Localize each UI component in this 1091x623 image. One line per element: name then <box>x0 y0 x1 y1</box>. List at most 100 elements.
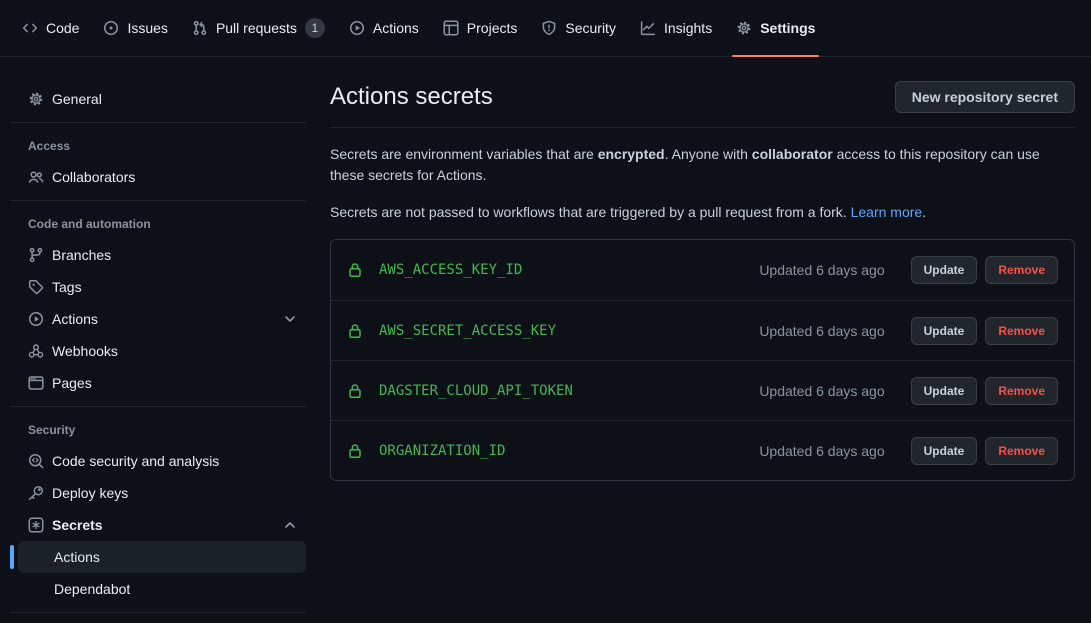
play-icon <box>28 311 44 327</box>
sidebar-item-label: General <box>52 91 298 107</box>
secret-updated: Updated 6 days ago <box>759 383 884 399</box>
chevron-down-icon <box>282 311 298 327</box>
fork-note: Secrets are not passed to workflows that… <box>330 202 1075 223</box>
active-tab-indicator <box>732 55 819 57</box>
issue-opened-icon <box>103 20 119 36</box>
description-text: . Anyone with <box>665 146 752 162</box>
nav-tab-label: Code <box>46 20 79 36</box>
sidebar-item-code-security-and-analysis[interactable]: Code security and analysis <box>16 445 306 477</box>
secrets-list: AWS_ACCESS_KEY_ID Updated 6 days ago Upd… <box>330 239 1075 481</box>
sidebar-item-deploy-keys[interactable]: Deploy keys <box>16 477 306 509</box>
actions-secrets-panel: Actions secrets New repository secret Se… <box>314 57 1091 481</box>
sidebar-item-collaborators[interactable]: Collaborators <box>16 161 306 193</box>
sidebar-item-label: Tags <box>52 279 298 295</box>
sidebar-item-secrets-actions[interactable]: Actions <box>18 541 306 573</box>
nav-tab-label: Settings <box>760 20 815 36</box>
sidebar-section-access: Access <box>16 123 306 161</box>
sidebar-item-label: Secrets <box>52 517 274 533</box>
nav-tab-code[interactable]: Code <box>12 0 89 56</box>
sidebar-item-label: Collaborators <box>52 169 298 185</box>
sidebar-divider <box>10 612 306 613</box>
secret-name: AWS_SECRET_ACCESS_KEY <box>379 323 556 339</box>
people-icon <box>28 169 44 185</box>
nav-tab-label: Projects <box>467 20 518 36</box>
git-pull-request-icon <box>192 20 208 36</box>
description-bold-collaborator: collaborator <box>752 146 833 162</box>
table-icon <box>443 20 459 36</box>
remove-button[interactable]: Remove <box>985 317 1058 345</box>
sidebar-item-label: Actions <box>54 549 298 565</box>
sidebar-item-pages[interactable]: Pages <box>16 367 306 399</box>
sidebar-item-label: Code security and analysis <box>52 453 298 469</box>
nav-tab-settings[interactable]: Settings <box>726 0 825 56</box>
update-button[interactable]: Update <box>911 256 978 284</box>
lock-icon <box>347 323 363 339</box>
nav-tab-insights[interactable]: Insights <box>630 0 722 56</box>
sidebar-item-secrets-dependabot[interactable]: Dependabot <box>18 573 306 605</box>
remove-button[interactable]: Remove <box>985 377 1058 405</box>
remove-button[interactable]: Remove <box>985 256 1058 284</box>
sidebar-item-label: Pages <box>52 375 298 391</box>
sidebar-item-branches[interactable]: Branches <box>16 239 306 271</box>
fork-note-text: Secrets are not passed to workflows that… <box>330 204 851 220</box>
webhook-icon <box>28 343 44 359</box>
key-asterisk-icon <box>28 517 44 533</box>
nav-tab-label: Issues <box>127 20 167 36</box>
secret-name: AWS_ACCESS_KEY_ID <box>379 262 522 278</box>
sidebar-item-label: Actions <box>52 311 274 327</box>
active-item-indicator <box>10 545 14 569</box>
sidebar-item-label: Deploy keys <box>52 485 298 501</box>
description-text: Secrets are environment variables that a… <box>330 146 598 162</box>
nav-tab-issues[interactable]: Issues <box>93 0 177 56</box>
lock-icon <box>347 383 363 399</box>
secret-name: DAGSTER_CLOUD_API_TOKEN <box>379 383 573 399</box>
sidebar-section-code-and-automation: Code and automation <box>16 201 306 239</box>
sidebar-item-secrets[interactable]: Secrets <box>16 509 306 541</box>
gear-icon <box>28 91 44 107</box>
secrets-description: Secrets are environment variables that a… <box>330 144 1075 186</box>
sidebar-item-label: Dependabot <box>54 581 298 597</box>
lock-icon <box>347 443 363 459</box>
secret-row: ORGANIZATION_ID Updated 6 days ago Updat… <box>331 420 1074 480</box>
update-button[interactable]: Update <box>911 317 978 345</box>
lock-icon <box>347 262 363 278</box>
graph-icon <box>640 20 656 36</box>
repo-nav: Code Issues Pull requests 1 Actions Proj… <box>0 0 1091 57</box>
secret-updated: Updated 6 days ago <box>759 262 884 278</box>
sidebar-item-tags[interactable]: Tags <box>16 271 306 303</box>
chevron-up-icon <box>282 517 298 533</box>
secret-row: AWS_ACCESS_KEY_ID Updated 6 days ago Upd… <box>331 240 1074 300</box>
sidebar-item-general[interactable]: General <box>16 83 306 115</box>
update-button[interactable]: Update <box>911 377 978 405</box>
secret-row: DAGSTER_CLOUD_API_TOKEN Updated 6 days a… <box>331 360 1074 420</box>
play-icon <box>349 20 365 36</box>
sidebar-item-webhooks[interactable]: Webhooks <box>16 335 306 367</box>
nav-tab-label: Insights <box>664 20 712 36</box>
nav-tab-projects[interactable]: Projects <box>433 0 528 56</box>
remove-button[interactable]: Remove <box>985 437 1058 465</box>
sidebar-item-label: Branches <box>52 247 298 263</box>
nav-tab-pull-requests[interactable]: Pull requests 1 <box>182 0 335 56</box>
browser-icon <box>28 375 44 391</box>
shield-icon <box>541 20 557 36</box>
tag-icon <box>28 279 44 295</box>
learn-more-link[interactable]: Learn more <box>851 204 923 220</box>
nav-tab-actions[interactable]: Actions <box>339 0 429 56</box>
description-bold-encrypted: encrypted <box>598 146 665 162</box>
secret-updated: Updated 6 days ago <box>759 443 884 459</box>
secret-name: ORGANIZATION_ID <box>379 443 505 459</box>
sidebar-section-security: Security <box>16 407 306 445</box>
secret-updated: Updated 6 days ago <box>759 323 884 339</box>
fork-note-period: . <box>922 204 926 220</box>
sidebar-item-actions[interactable]: Actions <box>16 303 306 335</box>
new-repository-secret-button[interactable]: New repository secret <box>895 81 1075 113</box>
nav-tab-security[interactable]: Security <box>531 0 626 56</box>
codescan-icon <box>28 453 44 469</box>
nav-tab-label: Security <box>565 20 616 36</box>
page-title: Actions secrets <box>330 81 493 113</box>
sidebar-item-label: Webhooks <box>52 343 298 359</box>
settings-sidebar: General Access Collaborators Code and au… <box>0 57 314 613</box>
update-button[interactable]: Update <box>911 437 978 465</box>
key-icon <box>28 485 44 501</box>
pull-requests-count-badge: 1 <box>305 18 325 38</box>
